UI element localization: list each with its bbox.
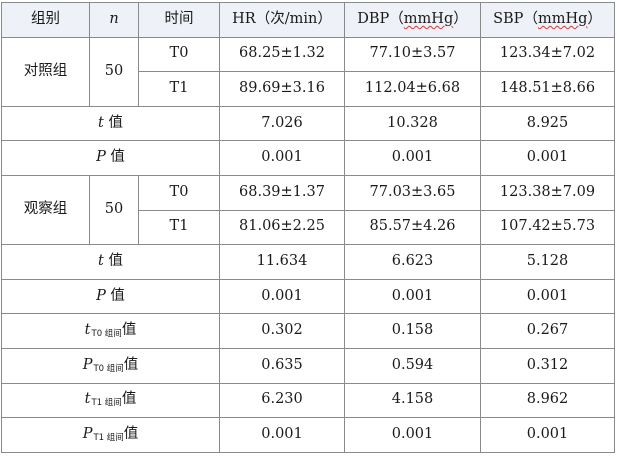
table-row: PT0 组间值 0.635 0.594 0.312: [1, 347, 615, 384]
group-n-control: 50: [89, 36, 139, 107]
header-hr: HR（次/min）: [219, 2, 345, 38]
header-sbp: SBP（mmHg）: [480, 2, 615, 38]
table-row: 对照组 50 T0 68.25±1.32 77.10±3.57 123.34±7…: [1, 36, 615, 107]
sbp-cell: 8.962: [480, 382, 615, 419]
time-cell: T0: [138, 36, 220, 73]
table-row: tT0 组间值 0.302 0.158 0.267: [1, 313, 615, 349]
table-row: t 值 7.026 10.328 8.925: [1, 105, 615, 142]
hr-cell: 7.026: [219, 105, 345, 142]
dbp-cell: 0.001: [344, 278, 481, 315]
group-name-control: 对照组: [1, 36, 90, 107]
table-row: P 值 0.001 0.001 0.001: [1, 278, 615, 315]
stat-label-t-t1-between: tT1 组间值: [1, 382, 220, 419]
header-dbp: DBP（mmHg）: [344, 2, 481, 38]
sbp-cell: 123.38±7.09: [480, 174, 615, 211]
hr-cell: 11.634: [219, 244, 345, 280]
dbp-cell: 0.001: [344, 140, 481, 176]
hr-cell: 0.001: [219, 140, 345, 176]
time-cell: T0: [138, 174, 220, 211]
stat-label-t: t 值: [1, 244, 220, 280]
header-n: n: [89, 2, 139, 38]
stat-label-t-t0-between: tT0 组间值: [1, 313, 220, 349]
hr-cell: 0.635: [219, 347, 345, 384]
stat-label-p: P 值: [1, 278, 220, 315]
dbp-cell: 85.57±4.26: [344, 209, 481, 246]
hr-cell: 0.302: [219, 313, 345, 349]
results-table-container: 组别 n 时间 HR（次/min） DBP（mmHg） SBP（mmHg） 对照…: [1, 2, 615, 453]
sbp-cell: 107.42±5.73: [480, 209, 615, 246]
group-n-observe: 50: [89, 174, 139, 246]
sbp-cell: 0.001: [480, 417, 615, 453]
header-group: 组别: [1, 2, 90, 38]
group-name-observe: 观察组: [1, 174, 90, 246]
sbp-cell: 0.312: [480, 347, 615, 384]
dbp-cell: 0.158: [344, 313, 481, 349]
dbp-cell: 6.623: [344, 244, 481, 280]
results-table: 组别 n 时间 HR（次/min） DBP（mmHg） SBP（mmHg） 对照…: [1, 2, 615, 453]
table-row: t 值 11.634 6.623 5.128: [1, 244, 615, 280]
sbp-cell: 8.925: [480, 105, 615, 142]
dbp-unit: mmHg: [403, 10, 454, 27]
dbp-cell: 4.158: [344, 382, 481, 419]
sbp-cell: 5.128: [480, 244, 615, 280]
table-row: tT1 组间值 6.230 4.158 8.962: [1, 382, 615, 419]
dbp-cell: 112.04±6.68: [344, 71, 481, 107]
header-time: 时间: [138, 2, 220, 38]
hr-cell: 68.39±1.37: [219, 174, 345, 211]
dbp-cell: 0.001: [344, 417, 481, 453]
sbp-unit: mmHg: [537, 10, 588, 27]
table-row: 观察组 50 T0 68.39±1.37 77.03±3.65 123.38±7…: [1, 174, 615, 246]
sbp-cell: 0.001: [480, 278, 615, 315]
hr-cell: 0.001: [219, 278, 345, 315]
sbp-cell: 0.001: [480, 140, 615, 176]
hr-cell: 6.230: [219, 382, 345, 419]
header-row: 组别 n 时间 HR（次/min） DBP（mmHg） SBP（mmHg）: [1, 2, 615, 38]
hr-cell: 68.25±1.32: [219, 36, 345, 73]
dbp-cell: 77.03±3.65: [344, 174, 481, 211]
table-row: PT1 组间值 0.001 0.001 0.001: [1, 417, 615, 453]
table-row: P 值 0.001 0.001 0.001: [1, 140, 615, 176]
hr-cell: 89.69±3.16: [219, 71, 345, 107]
sbp-cell: 148.51±8.66: [480, 71, 615, 107]
hr-cell: 0.001: [219, 417, 345, 453]
dbp-cell: 77.10±3.57: [344, 36, 481, 73]
stat-label-p-t0-between: PT0 组间值: [1, 347, 220, 384]
dbp-cell: 10.328: [344, 105, 481, 142]
hr-cell: 81.06±2.25: [219, 209, 345, 246]
time-cell: T1: [138, 71, 220, 107]
sbp-cell: 123.34±7.02: [480, 36, 615, 73]
dbp-cell: 0.594: [344, 347, 481, 384]
stat-label-t: t 值: [1, 105, 220, 142]
stat-label-p-t1-between: PT1 组间值: [1, 417, 220, 453]
time-cell: T1: [138, 209, 220, 246]
sbp-cell: 0.267: [480, 313, 615, 349]
stat-label-p: P 值: [1, 140, 220, 176]
